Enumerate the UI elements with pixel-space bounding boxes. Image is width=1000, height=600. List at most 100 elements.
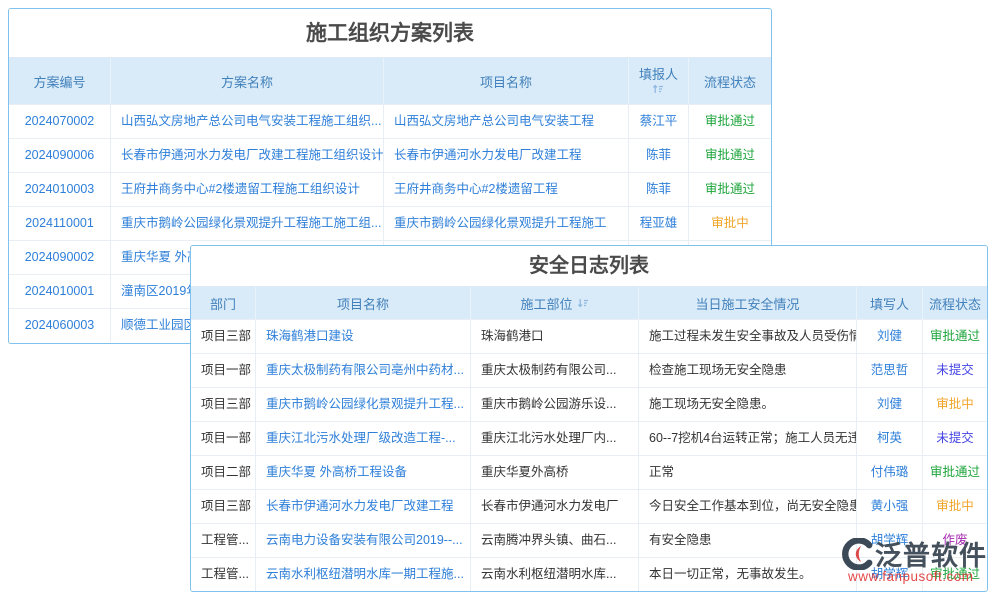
reporter-cell[interactable]: 陈菲 xyxy=(629,173,689,206)
dept-cell: 工程管... xyxy=(191,524,256,557)
plan-id-cell[interactable]: 2024010003 xyxy=(9,173,111,206)
project-name-cell[interactable]: 长春市伊通河水力发电厂改建工程 xyxy=(384,139,629,172)
header-safety-condition[interactable]: 当日施工安全情况 xyxy=(639,287,857,319)
project-name-cell[interactable]: 重庆市鹅岭公园绿化景观提升工程... xyxy=(256,388,471,421)
table-row: 项目三部长春市伊通河水力发电厂改建工程长春市伊通河水力发电厂今日安全工作基本到位… xyxy=(191,489,987,523)
watermark-url: www.fanpusoft.com xyxy=(842,569,987,584)
safety-condition-cell: 有安全隐患 xyxy=(639,524,857,557)
table-row: 2024090006长春市伊通河水力发电厂改建工程施工组织设计长春市伊通河水力发… xyxy=(9,138,771,172)
plan-id-cell[interactable]: 2024110001 xyxy=(9,207,111,240)
sort-desc-icon[interactable] xyxy=(577,297,589,309)
plan-table-title: 施工组织方案列表 xyxy=(9,9,771,58)
header-project-name[interactable]: 项目名称 xyxy=(256,287,471,319)
plan-id-cell[interactable]: 2024070002 xyxy=(9,105,111,138)
project-name-cell[interactable]: 长春市伊通河水力发电厂改建工程 xyxy=(256,490,471,523)
reporter-cell[interactable]: 程亚雄 xyxy=(629,207,689,240)
header-status[interactable]: 流程状态 xyxy=(923,287,987,319)
plan-id-cell[interactable]: 2024090006 xyxy=(9,139,111,172)
header-writer[interactable]: 填写人 xyxy=(857,287,923,319)
dept-cell: 项目三部 xyxy=(191,490,256,523)
dept-cell: 项目一部 xyxy=(191,422,256,455)
project-name-cell[interactable]: 王府井商务中心#2楼遗留工程 xyxy=(384,173,629,206)
work-part-cell: 重庆华夏外高桥 xyxy=(471,456,639,489)
header-project-name-label: 项目名称 xyxy=(337,294,389,313)
dept-cell: 项目一部 xyxy=(191,354,256,387)
status-cell: 未提交 xyxy=(923,354,987,387)
plan-id-cell[interactable]: 2024060003 xyxy=(9,309,111,342)
header-work-part-label: 施工部位 xyxy=(520,294,572,313)
header-plan-id[interactable]: 方案编号 xyxy=(9,58,111,104)
dept-cell: 项目三部 xyxy=(191,388,256,421)
table-row: 2024010003王府井商务中心#2楼遗留工程施工组织设计王府井商务中心#2楼… xyxy=(9,172,771,206)
status-cell: 审批通过 xyxy=(689,105,771,138)
status-cell: 未提交 xyxy=(923,422,987,455)
plan-name-cell[interactable]: 山西弘文房地产总公司电气安装工程施工组织... xyxy=(111,105,384,138)
safety-condition-cell: 正常 xyxy=(639,456,857,489)
status-cell: 审批通过 xyxy=(689,173,771,206)
header-work-part[interactable]: 施工部位 xyxy=(471,287,639,319)
fanpu-logo-icon xyxy=(842,538,874,570)
header-project-name[interactable]: 项目名称 xyxy=(384,58,629,104)
sort-asc-icon[interactable] xyxy=(652,83,664,95)
writer-cell[interactable]: 范思哲 xyxy=(857,354,923,387)
table-row: 项目三部重庆市鹅岭公园绿化景观提升工程...重庆市鹅岭公园游乐设...施工现场无… xyxy=(191,387,987,421)
header-reporter[interactable]: 填报人 xyxy=(629,58,689,104)
status-cell: 审批通过 xyxy=(923,456,987,489)
table-row: 项目一部重庆太极制药有限公司亳州中药材...重庆太极制药有限公司...检查施工现… xyxy=(191,353,987,387)
plan-name-cell[interactable]: 长春市伊通河水力发电厂改建工程施工组织设计 xyxy=(111,139,384,172)
writer-cell[interactable]: 黄小强 xyxy=(857,490,923,523)
table-row: 项目二部重庆华夏 外高桥工程设备重庆华夏外高桥正常付伟璐审批通过 xyxy=(191,455,987,489)
header-dept-label: 部门 xyxy=(210,294,236,313)
plan-id-cell[interactable]: 2024010001 xyxy=(9,275,111,308)
header-status[interactable]: 流程状态 xyxy=(689,58,771,104)
work-part-cell: 重庆太极制药有限公司... xyxy=(471,354,639,387)
safety-condition-cell: 今日安全工作基本到位，尚无安全隐患... xyxy=(639,490,857,523)
work-part-cell: 重庆市鹅岭公园游乐设... xyxy=(471,388,639,421)
project-name-cell[interactable]: 重庆华夏 外高桥工程设备 xyxy=(256,456,471,489)
watermark-brand: 泛普软件 xyxy=(875,534,987,573)
work-part-cell: 重庆江北污水处理厂内... xyxy=(471,422,639,455)
plan-name-cell[interactable]: 重庆市鹅岭公园绿化景观提升工程施工施工组... xyxy=(111,207,384,240)
project-name-cell[interactable]: 重庆太极制药有限公司亳州中药材... xyxy=(256,354,471,387)
dept-cell: 项目二部 xyxy=(191,456,256,489)
safety-log-table-header: 部门 项目名称 施工部位 当日施工安全情况 填写人 流程状态 xyxy=(191,287,987,319)
project-name-cell[interactable]: 山西弘文房地产总公司电气安装工程 xyxy=(384,105,629,138)
work-part-cell: 云南腾冲界头镇、曲石... xyxy=(471,524,639,557)
writer-cell[interactable]: 刘健 xyxy=(857,320,923,353)
project-name-cell[interactable]: 重庆江北污水处理厂级改造工程-... xyxy=(256,422,471,455)
project-name-cell[interactable]: 珠海鹤港口建设 xyxy=(256,320,471,353)
writer-cell[interactable]: 刘健 xyxy=(857,388,923,421)
header-plan-name[interactable]: 方案名称 xyxy=(111,58,384,104)
work-part-cell: 珠海鹤港口 xyxy=(471,320,639,353)
work-part-cell: 长春市伊通河水力发电厂 xyxy=(471,490,639,523)
status-cell: 审批中 xyxy=(689,207,771,240)
table-row: 项目三部珠海鹤港口建设珠海鹤港口施工过程未发生安全事故及人员受伤情况刘健审批通过 xyxy=(191,319,987,353)
table-row: 2024070002山西弘文房地产总公司电气安装工程施工组织...山西弘文房地产… xyxy=(9,104,771,138)
status-cell: 审批通过 xyxy=(923,320,987,353)
project-name-cell[interactable]: 云南水利枢纽潜明水库一期工程施... xyxy=(256,558,471,591)
project-name-cell[interactable]: 云南电力设备安装有限公司2019--... xyxy=(256,524,471,557)
header-status-label: 流程状态 xyxy=(929,294,981,313)
safety-condition-cell: 检查施工现场无安全隐患 xyxy=(639,354,857,387)
header-reporter-label: 填报人 xyxy=(639,67,678,83)
dept-cell: 工程管... xyxy=(191,558,256,591)
reporter-cell[interactable]: 陈菲 xyxy=(629,139,689,172)
plan-id-cell[interactable]: 2024090002 xyxy=(9,241,111,274)
fanpu-watermark: 泛普软件 www.fanpusoft.com xyxy=(842,534,987,584)
header-status-label: 流程状态 xyxy=(704,72,756,91)
header-project-name-label: 项目名称 xyxy=(480,72,532,91)
project-name-cell[interactable]: 重庆市鹅岭公园绿化景观提升工程施工 xyxy=(384,207,629,240)
writer-cell[interactable]: 柯英 xyxy=(857,422,923,455)
safety-condition-cell: 60--7挖机4台运转正常；施工人员无违... xyxy=(639,422,857,455)
dept-cell: 项目三部 xyxy=(191,320,256,353)
reporter-cell[interactable]: 蔡江平 xyxy=(629,105,689,138)
plan-name-cell[interactable]: 王府井商务中心#2楼遗留工程施工组织设计 xyxy=(111,173,384,206)
table-row: 项目一部重庆江北污水处理厂级改造工程-...重庆江北污水处理厂内...60--7… xyxy=(191,421,987,455)
header-dept[interactable]: 部门 xyxy=(191,287,256,319)
status-cell: 审批中 xyxy=(923,388,987,421)
header-writer-label: 填写人 xyxy=(870,294,909,313)
plan-table-header: 方案编号 方案名称 项目名称 填报人 流程状态 xyxy=(9,58,771,104)
header-safety-condition-label: 当日施工安全情况 xyxy=(695,294,799,313)
writer-cell[interactable]: 付伟璐 xyxy=(857,456,923,489)
status-cell: 审批通过 xyxy=(689,139,771,172)
